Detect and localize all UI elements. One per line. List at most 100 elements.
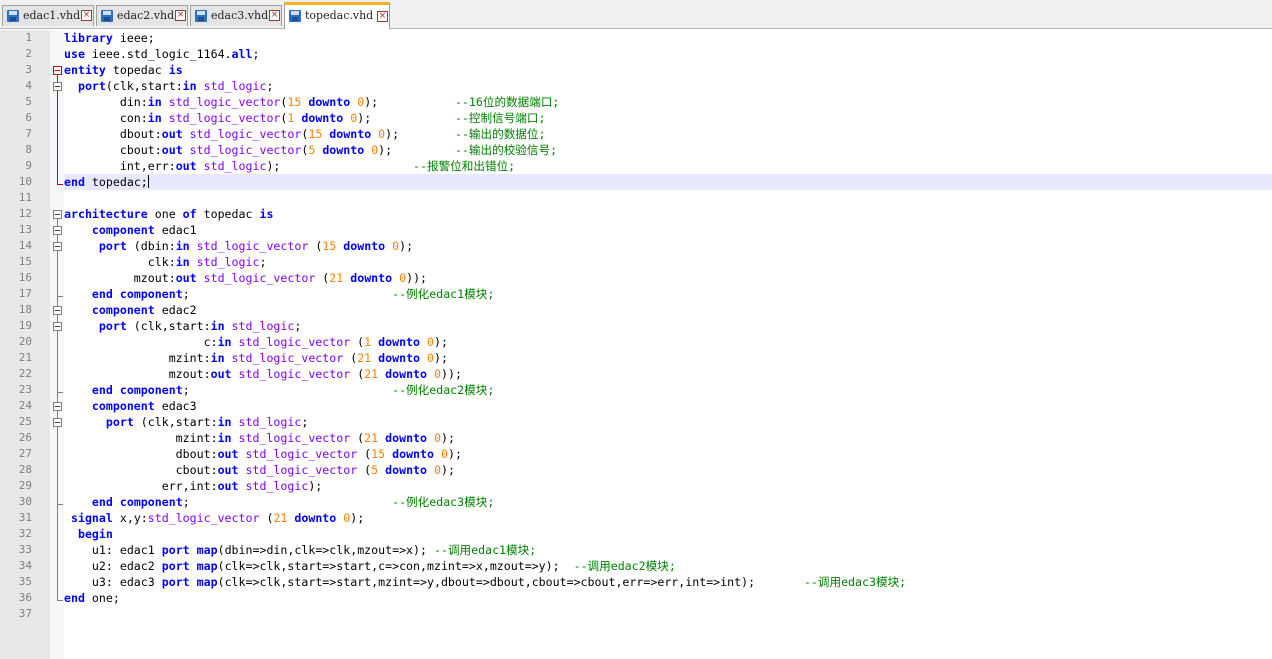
- close-icon[interactable]: ×: [377, 11, 388, 22]
- code-line[interactable]: din:in std_logic_vector(15 downto 0); --…: [64, 94, 560, 110]
- code-token: std_logic_vector: [196, 239, 309, 253]
- code-token: --输出的数据位;: [454, 127, 546, 141]
- code-line[interactable]: port(clk,start:in std_logic;: [64, 78, 273, 94]
- code-token: --16位的数据端口;: [454, 95, 560, 109]
- code-line[interactable]: c:in std_logic_vector (1 downto 0);: [64, 334, 448, 350]
- code-line[interactable]: u2: edac2 port map(clk=>clk,start=>start…: [64, 558, 676, 574]
- code-token: 21: [357, 351, 372, 365]
- code-line[interactable]: use ieee.std_logic_1164.all;: [64, 46, 259, 62]
- line-number: 23: [18, 383, 32, 396]
- code-editor[interactable]: 1 2 3 4 5 6 7 8 9 10 11 12 13 14 15 16 17 18 19 20 21 22 23 24 2…: [0, 30, 1272, 659]
- tab-edac2[interactable]: edac2.vhd ×: [96, 5, 188, 26]
- close-icon[interactable]: ×: [175, 10, 186, 21]
- code-token: );: [357, 111, 455, 125]
- code-line[interactable]: err,int:out std_logic);: [64, 478, 323, 494]
- code-line[interactable]: con:in std_logic_vector(1 downto 0); --控…: [64, 110, 546, 126]
- code-line[interactable]: dbout:out std_logic_vector(15 downto 0);…: [64, 126, 546, 142]
- code-line[interactable]: port (dbin:in std_logic_vector (15 downt…: [64, 238, 413, 254]
- tab-edac1[interactable]: edac1.vhd ×: [2, 5, 94, 26]
- code-line[interactable]: mzout:out std_logic_vector (21 downto 0)…: [64, 366, 462, 382]
- code-line[interactable]: mzint:in std_logic_vector (21 downto 0);: [64, 430, 455, 446]
- code-line[interactable]: end component; --例化edac2模块;: [64, 382, 494, 398]
- close-icon[interactable]: ×: [81, 10, 92, 21]
- code-area[interactable]: library ieee; use ieee.std_logic_1164.all…: [64, 30, 1272, 659]
- close-icon[interactable]: ×: [269, 10, 280, 21]
- code-line[interactable]: signal x,y:std_logic_vector (21 downto 0…: [64, 510, 364, 526]
- tab-label: edac2.vhd: [117, 9, 175, 22]
- fold-toggle-icon[interactable]: [53, 210, 62, 219]
- line-number: 35: [18, 575, 32, 588]
- code-token: ;: [294, 319, 302, 333]
- fold-toggle-icon[interactable]: [53, 418, 62, 427]
- code-token: (: [315, 271, 330, 285]
- line-number: 16: [18, 271, 32, 284]
- code-line[interactable]: end one;: [64, 590, 120, 606]
- fold-toggle-icon[interactable]: [53, 66, 62, 75]
- code-line[interactable]: begin: [64, 526, 113, 542]
- code-line[interactable]: entity topedac is: [64, 62, 183, 78]
- code-line[interactable]: u1: edac1 port map(dbin=>din,clk=>clk,mz…: [64, 542, 536, 558]
- code-line[interactable]: mzint:in std_logic_vector (21 downto 0);: [64, 350, 448, 366]
- code-token: downto: [308, 95, 351, 109]
- code-token: std_logic_vector: [147, 511, 260, 525]
- line-number: 37: [18, 607, 32, 620]
- code-token: out: [175, 159, 197, 173]
- file-save-icon: [7, 10, 19, 22]
- tab-edac3[interactable]: edac3.vhd ×: [190, 5, 282, 26]
- code-token: (clk,start:: [126, 319, 211, 333]
- code-token: ;: [182, 383, 393, 397]
- code-line[interactable]: component edac2: [64, 302, 197, 318]
- code-line[interactable]: cbout:out std_logic_vector(5 downto 0); …: [64, 142, 557, 158]
- fold-toggle-icon[interactable]: [53, 82, 62, 91]
- code-line[interactable]: int,err:out std_logic); --报警位和出错位;: [64, 158, 515, 174]
- code-token: out: [210, 367, 232, 381]
- code-token: mzint:: [64, 351, 211, 365]
- code-line[interactable]: architecture one of topedac is: [64, 206, 273, 222]
- code-line[interactable]: end topedac;: [64, 174, 149, 190]
- code-line[interactable]: port (clk,start:in std_logic;: [64, 318, 301, 334]
- code-token: std_logic: [203, 79, 267, 93]
- code-token: (dbin=>din,clk=>clk,mzout=>x);: [217, 543, 434, 557]
- line-number: 13: [18, 223, 32, 236]
- code-line[interactable]: clk:in std_logic;: [64, 254, 267, 270]
- code-token: --调用edac3模块;: [803, 575, 907, 589]
- code-token: ;: [266, 79, 274, 93]
- code-line[interactable]: end component; --例化edac3模块;: [64, 494, 494, 510]
- code-token: (: [350, 367, 365, 381]
- code-token: out: [217, 463, 239, 477]
- code-line[interactable]: component edac3: [64, 398, 197, 414]
- code-token: downto: [322, 143, 365, 157]
- code-line[interactable]: cbout:out std_logic_vector (5 downto 0);: [64, 462, 455, 478]
- fold-toggle-icon[interactable]: [53, 402, 62, 411]
- code-line[interactable]: mzout:out std_logic_vector (21 downto 0)…: [64, 270, 427, 286]
- fold-toggle-icon[interactable]: [53, 306, 62, 315]
- line-number: 2: [25, 47, 32, 60]
- code-token: --调用edac1模块;: [433, 543, 537, 557]
- code-line[interactable]: library ieee;: [64, 30, 155, 46]
- code-line[interactable]: u3: edac3 port map(clk=>clk,start=>start…: [64, 574, 906, 590]
- fold-toggle-icon[interactable]: [53, 242, 62, 251]
- code-line[interactable]: port (clk,start:in std_logic;: [64, 414, 308, 430]
- code-token: (clk=>clk,start=>start,c=>con,mzint=>x,m…: [217, 559, 574, 573]
- tab-topedac[interactable]: topedac.vhd ×: [284, 2, 390, 29]
- code-line[interactable]: dbout:out std_logic_vector (15 downto 0)…: [64, 446, 462, 462]
- code-token: downto: [301, 111, 344, 125]
- code-token: in: [210, 319, 225, 333]
- code-token: cbout:: [64, 143, 162, 157]
- code-line[interactable]: end component; --例化edac1模块;: [64, 286, 494, 302]
- code-line[interactable]: component edac1: [64, 222, 197, 238]
- code-token: std_logic_vector: [245, 447, 358, 461]
- code-token: topedac: [105, 63, 169, 77]
- code-token: is: [168, 63, 183, 77]
- fold-toggle-icon[interactable]: [53, 226, 62, 235]
- code-token: );: [266, 159, 414, 173]
- fold-toggle-icon[interactable]: [53, 322, 62, 331]
